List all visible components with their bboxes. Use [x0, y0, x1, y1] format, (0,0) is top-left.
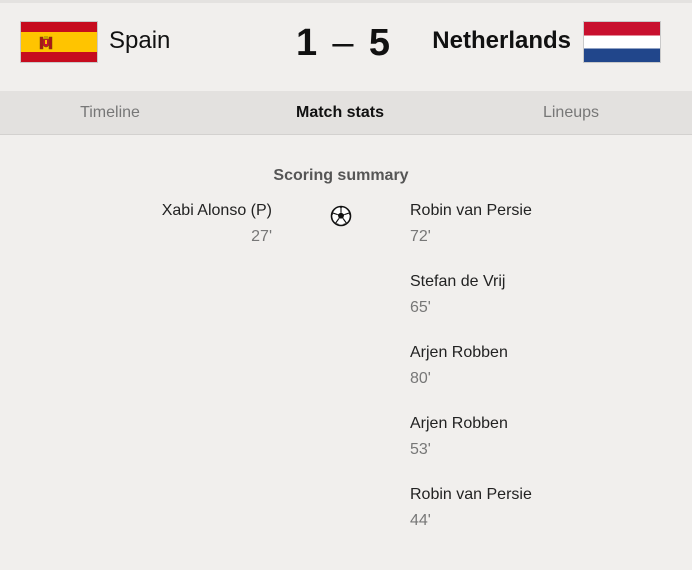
tab-timeline[interactable]: Timeline	[60, 91, 160, 134]
spain-flag-icon	[20, 21, 98, 63]
scoring-summary-title: Scoring summary	[273, 167, 409, 184]
score-separator: –	[332, 22, 354, 64]
away-goal-item: Stefan de Vrij 65'	[410, 272, 532, 318]
away-team-name: Netherlands	[432, 27, 571, 54]
netherlands-flag-icon	[583, 21, 661, 63]
home-score: 1	[296, 22, 318, 64]
goal-scorer: Arjen Robben	[410, 344, 508, 361]
away-goal-item: Arjen Robben 53'	[410, 414, 532, 460]
goal-minute: 72'	[410, 228, 431, 245]
spain-coat-of-arms-icon	[39, 36, 53, 50]
goal-scorer: Robin van Persie	[410, 486, 532, 503]
home-team-name: Spain	[109, 27, 171, 54]
away-goal-item: Robin van Persie 44'	[410, 485, 532, 531]
goal-scorer: Arjen Robben	[410, 415, 508, 432]
goal-minute: 65'	[410, 299, 431, 316]
goal-scorer: Robin van Persie	[410, 202, 532, 219]
goal-minute: 44'	[410, 512, 431, 529]
goal-minute: 80'	[410, 370, 431, 387]
goal-scorer: Xabi Alonso (P)	[161, 202, 272, 219]
match-header: Spain 1 – 5 Netherlands	[0, 0, 692, 91]
match-score: 1 – 5	[296, 21, 390, 65]
goal-minute: 27'	[251, 228, 272, 245]
away-goal-item: Robin van Persie 72'	[410, 201, 532, 247]
home-goal-item: Xabi Alonso (P) 27'	[162, 201, 272, 247]
goal-minute: 53'	[410, 441, 431, 458]
soccer-ball-icon	[330, 205, 352, 227]
tab-lineups[interactable]: Lineups	[521, 91, 621, 134]
goal-scorer: Stefan de Vrij	[410, 273, 506, 290]
match-tabs: Timeline Match stats Lineups	[0, 91, 692, 135]
away-goal-item: Arjen Robben 80'	[410, 343, 532, 389]
tab-match-stats[interactable]: Match stats	[280, 91, 400, 134]
away-score: 5	[368, 22, 390, 64]
away-goals-list: Robin van Persie 72' Stefan de Vrij 65' …	[410, 201, 532, 531]
